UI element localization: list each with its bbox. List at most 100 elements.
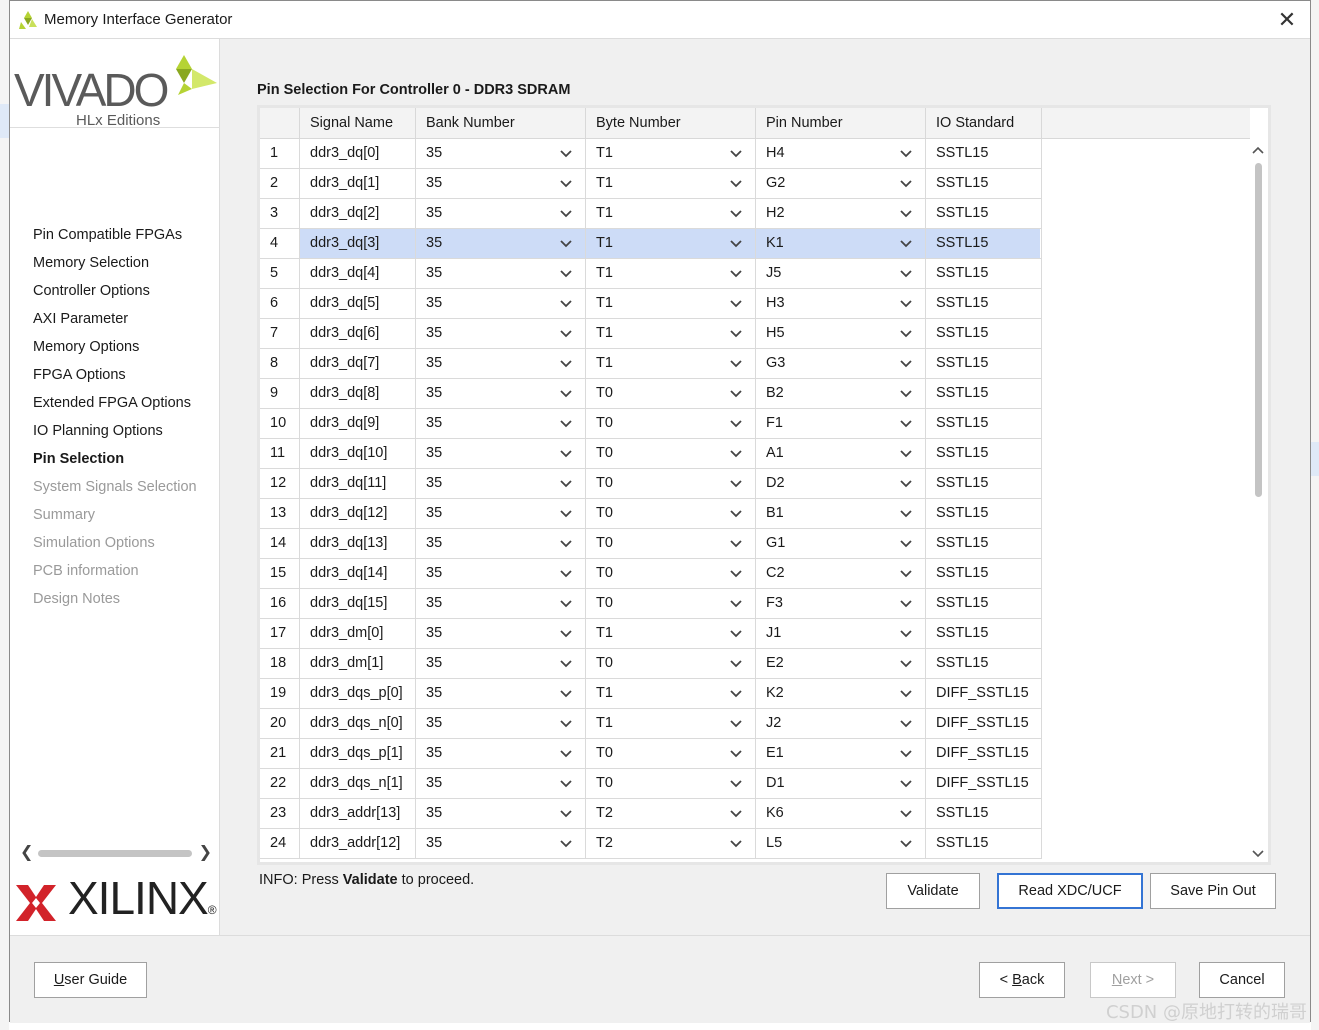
pin-number-select[interactable]: K6 bbox=[756, 799, 926, 829]
chevron-down-icon[interactable] bbox=[899, 329, 913, 339]
chevron-down-icon[interactable] bbox=[729, 659, 743, 669]
chevron-down-icon[interactable] bbox=[899, 449, 913, 459]
chevron-down-icon[interactable] bbox=[729, 209, 743, 219]
table-row[interactable]: 16 ddr3_dq[15] 35 T0 F3 SSTL15 bbox=[260, 589, 1042, 619]
table-row[interactable]: 20 ddr3_dqs_n[0] 35 T1 J2 DIFF_SSTL15 bbox=[260, 709, 1042, 739]
pin-number-select[interactable]: H4 bbox=[756, 139, 926, 169]
table-row[interactable]: 13 ddr3_dq[12] 35 T0 B1 SSTL15 bbox=[260, 499, 1042, 529]
chevron-down-icon[interactable] bbox=[729, 509, 743, 519]
chevron-down-icon[interactable] bbox=[559, 839, 573, 849]
chevron-down-icon[interactable] bbox=[729, 179, 743, 189]
chevron-down-icon[interactable] bbox=[559, 569, 573, 579]
scroll-right-icon[interactable]: ❯ bbox=[199, 844, 212, 862]
byte-number-select[interactable]: T1 bbox=[586, 199, 756, 229]
byte-number-select[interactable]: T1 bbox=[586, 349, 756, 379]
bank-number-select[interactable]: 35 bbox=[416, 199, 586, 229]
chevron-down-icon[interactable] bbox=[899, 149, 913, 159]
chevron-down-icon[interactable] bbox=[729, 359, 743, 369]
wizard-step-io-planning-options[interactable]: IO Planning Options bbox=[33, 421, 197, 449]
chevron-down-icon[interactable] bbox=[899, 209, 913, 219]
cancel-button[interactable]: Cancel bbox=[1199, 962, 1285, 998]
bank-number-select[interactable]: 35 bbox=[416, 439, 586, 469]
byte-number-select[interactable]: T0 bbox=[586, 469, 756, 499]
chevron-down-icon[interactable] bbox=[559, 359, 573, 369]
pin-number-select[interactable]: A1 bbox=[756, 439, 926, 469]
nav-horizontal-scrollbar[interactable]: ❮ ❯ bbox=[20, 844, 212, 862]
chevron-down-icon[interactable] bbox=[899, 779, 913, 789]
bank-number-select[interactable]: 35 bbox=[416, 709, 586, 739]
chevron-down-icon[interactable] bbox=[729, 719, 743, 729]
chevron-down-icon[interactable] bbox=[559, 629, 573, 639]
wizard-step-pin-selection[interactable]: Pin Selection bbox=[33, 449, 197, 477]
chevron-down-icon[interactable] bbox=[559, 149, 573, 159]
bank-number-select[interactable]: 35 bbox=[416, 559, 586, 589]
byte-number-select[interactable]: T0 bbox=[586, 559, 756, 589]
byte-number-select[interactable]: T1 bbox=[586, 679, 756, 709]
bank-number-select[interactable]: 35 bbox=[416, 349, 586, 379]
scroll-up-icon[interactable] bbox=[1251, 145, 1265, 155]
pin-number-select[interactable]: K2 bbox=[756, 679, 926, 709]
chevron-down-icon[interactable] bbox=[729, 749, 743, 759]
table-row[interactable]: 9 ddr3_dq[8] 35 T0 B2 SSTL15 bbox=[260, 379, 1042, 409]
chevron-down-icon[interactable] bbox=[559, 419, 573, 429]
chevron-down-icon[interactable] bbox=[559, 479, 573, 489]
bank-number-select[interactable]: 35 bbox=[416, 229, 586, 259]
pin-number-select[interactable]: J1 bbox=[756, 619, 926, 649]
byte-number-select[interactable]: T1 bbox=[586, 229, 756, 259]
pin-number-select[interactable]: B1 bbox=[756, 499, 926, 529]
chevron-down-icon[interactable] bbox=[559, 809, 573, 819]
table-row[interactable]: 22 ddr3_dqs_n[1] 35 T0 D1 DIFF_SSTL15 bbox=[260, 769, 1042, 799]
close-icon[interactable]: ✕ bbox=[1272, 5, 1302, 35]
table-row[interactable]: 23 ddr3_addr[13] 35 T2 K6 SSTL15 bbox=[260, 799, 1042, 829]
scrollbar-thumb[interactable] bbox=[38, 850, 192, 857]
bank-number-select[interactable]: 35 bbox=[416, 769, 586, 799]
bank-number-select[interactable]: 35 bbox=[416, 169, 586, 199]
bank-number-select[interactable]: 35 bbox=[416, 799, 586, 829]
bank-number-select[interactable]: 35 bbox=[416, 649, 586, 679]
pin-number-select[interactable]: J5 bbox=[756, 259, 926, 289]
table-row[interactable]: 24 ddr3_addr[12] 35 T2 L5 SSTL15 bbox=[260, 829, 1042, 859]
chevron-down-icon[interactable] bbox=[559, 509, 573, 519]
table-row[interactable]: 10 ddr3_dq[9] 35 T0 F1 SSTL15 bbox=[260, 409, 1042, 439]
chevron-down-icon[interactable] bbox=[899, 569, 913, 579]
byte-number-select[interactable]: T1 bbox=[586, 709, 756, 739]
column-header-byte-number[interactable]: Byte Number bbox=[586, 108, 756, 139]
table-row[interactable]: 6 ddr3_dq[5] 35 T1 H3 SSTL15 bbox=[260, 289, 1042, 319]
table-row[interactable]: 12 ddr3_dq[11] 35 T0 D2 SSTL15 bbox=[260, 469, 1042, 499]
bank-number-select[interactable]: 35 bbox=[416, 499, 586, 529]
byte-number-select[interactable]: T1 bbox=[586, 319, 756, 349]
byte-number-select[interactable]: T0 bbox=[586, 739, 756, 769]
chevron-down-icon[interactable] bbox=[729, 599, 743, 609]
table-row[interactable]: 17 ddr3_dm[0] 35 T1 J1 SSTL15 bbox=[260, 619, 1042, 649]
chevron-down-icon[interactable] bbox=[559, 689, 573, 699]
byte-number-select[interactable]: T0 bbox=[586, 499, 756, 529]
chevron-down-icon[interactable] bbox=[729, 779, 743, 789]
bank-number-select[interactable]: 35 bbox=[416, 319, 586, 349]
chevron-down-icon[interactable] bbox=[729, 269, 743, 279]
chevron-down-icon[interactable] bbox=[559, 389, 573, 399]
pin-number-select[interactable]: F3 bbox=[756, 589, 926, 619]
chevron-down-icon[interactable] bbox=[729, 569, 743, 579]
pin-number-select[interactable]: G3 bbox=[756, 349, 926, 379]
chevron-down-icon[interactable] bbox=[559, 659, 573, 669]
chevron-down-icon[interactable] bbox=[899, 269, 913, 279]
bank-number-select[interactable]: 35 bbox=[416, 409, 586, 439]
chevron-down-icon[interactable] bbox=[899, 539, 913, 549]
bank-number-select[interactable]: 35 bbox=[416, 589, 586, 619]
pin-number-select[interactable]: D2 bbox=[756, 469, 926, 499]
chevron-down-icon[interactable] bbox=[729, 479, 743, 489]
chevron-down-icon[interactable] bbox=[899, 419, 913, 429]
chevron-down-icon[interactable] bbox=[899, 719, 913, 729]
chevron-down-icon[interactable] bbox=[559, 719, 573, 729]
chevron-down-icon[interactable] bbox=[559, 269, 573, 279]
bank-number-select[interactable]: 35 bbox=[416, 529, 586, 559]
chevron-down-icon[interactable] bbox=[559, 239, 573, 249]
pin-number-select[interactable]: E2 bbox=[756, 649, 926, 679]
byte-number-select[interactable]: T0 bbox=[586, 439, 756, 469]
user-guide-button[interactable]: User Guide bbox=[34, 962, 147, 998]
chevron-down-icon[interactable] bbox=[559, 599, 573, 609]
chevron-down-icon[interactable] bbox=[899, 629, 913, 639]
wizard-step-controller-options[interactable]: Controller Options bbox=[33, 281, 197, 309]
chevron-down-icon[interactable] bbox=[559, 749, 573, 759]
scroll-left-icon[interactable]: ❮ bbox=[20, 844, 33, 862]
